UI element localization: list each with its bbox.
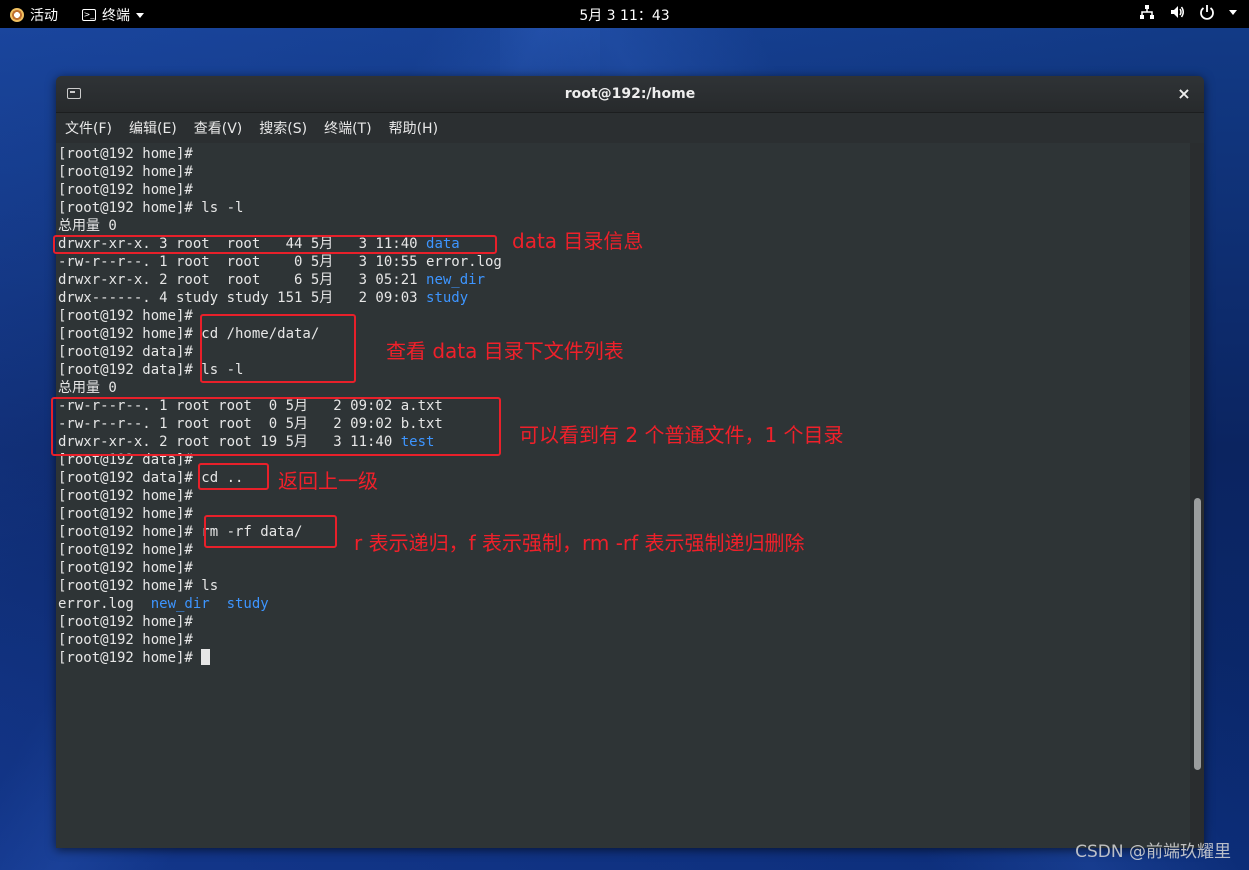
network-icon xyxy=(1140,5,1154,19)
volume-icon xyxy=(1171,6,1184,18)
terminal-line: [root@192 home]# xyxy=(58,181,1190,199)
terminal-text: [root@192 home]# ls xyxy=(58,578,219,594)
terminal-text: [root@192 home]# xyxy=(58,164,193,180)
annotation-box-cd-up xyxy=(198,463,269,490)
annotation-box-data-row xyxy=(53,235,497,254)
directory-name: new_dir study xyxy=(150,596,269,612)
annotation-summary: 可以看到有 2 个普通文件，1 个目录 xyxy=(519,423,844,447)
terminal-text: [root@192 home]# xyxy=(58,308,193,324)
terminal-text: [root@192 home]# xyxy=(58,632,193,648)
menu-file[interactable]: 文件(F) xyxy=(57,118,120,138)
window-title: root@192:/home xyxy=(564,86,696,102)
terminal-line: -rw-r--r--. 1 root root 0 5月 3 10:55 err… xyxy=(58,253,1190,271)
terminal-line: [root@192 home]# xyxy=(58,613,1190,631)
terminal-text: 总用量 0 xyxy=(58,380,117,396)
terminal-line: [root@192 home]# xyxy=(58,649,1190,667)
annotation-data-info: data 目录信息 xyxy=(512,229,644,253)
terminal-line: drwxr-xr-x. 2 root root 6 5月 3 05:21 new… xyxy=(58,271,1190,289)
directory-name: new_dir xyxy=(426,272,486,288)
directory-name: study xyxy=(426,290,469,306)
annotation-box-cd-ls xyxy=(200,314,356,383)
menu-edit[interactable]: 编辑(E) xyxy=(121,118,185,138)
terminal-line: [root@192 home]# ls -l xyxy=(58,199,1190,217)
terminal-line: [root@192 home]# xyxy=(58,145,1190,163)
terminal-line: [root@192 home]# xyxy=(58,559,1190,577)
system-tray[interactable] xyxy=(1139,4,1237,20)
terminal-text: -rw-r--r--. 1 root root 0 5月 3 10:55 err… xyxy=(58,254,502,270)
terminal-text: drwx------. 4 study study 151 5月 2 09:03 xyxy=(58,290,427,306)
annotation-box-file-list xyxy=(51,397,501,456)
annotation-view-list: 查看 data 目录下文件列表 xyxy=(386,339,624,363)
annotation-go-up: 返回上一级 xyxy=(278,469,378,493)
terminal-text: [root@192 home]# xyxy=(58,182,193,198)
terminal-text: [root@192 home]# ls -l xyxy=(58,200,244,216)
terminal-text: [root@192 home]# xyxy=(58,542,193,558)
power-icon xyxy=(1200,5,1214,20)
menu-search[interactable]: 搜索(S) xyxy=(251,118,315,138)
scrollbar-thumb[interactable] xyxy=(1194,498,1201,770)
terminal-text: [root@192 home]# xyxy=(58,146,193,162)
clock[interactable]: 5月 3 11：43 xyxy=(0,5,1249,25)
close-button[interactable]: × xyxy=(1174,84,1194,104)
terminal-text: [root@192 home]# xyxy=(58,506,193,522)
terminal-text: 总用量 0 xyxy=(58,218,117,234)
annotation-rm-explain: r 表示递归，f 表示强制，rm -rf 表示强制递归删除 xyxy=(354,531,805,555)
terminal-text: [root@192 home]# xyxy=(58,488,193,504)
terminal-text: error.log xyxy=(58,596,151,612)
menu-bar: 文件(F) 编辑(E) 查看(V) 搜索(S) 终端(T) 帮助(H) xyxy=(56,113,1204,143)
terminal-text: drwxr-xr-x. 2 root root 6 5月 3 05:21 xyxy=(58,272,427,288)
terminal-window: root@192:/home × 文件(F) 编辑(E) 查看(V) 搜索(S)… xyxy=(56,76,1204,848)
window-titlebar[interactable]: root@192:/home × xyxy=(56,76,1204,113)
top-bar: 活动 >_ 终端 5月 3 11：43 xyxy=(0,0,1249,28)
watermark: CSDN @前端玖耀里 xyxy=(1075,842,1231,862)
terminal-text: [root@192 home]# xyxy=(58,614,193,630)
terminal-line: [root@192 home]# ls xyxy=(58,577,1190,595)
terminal-line: [root@192 home]# xyxy=(58,631,1190,649)
terminal-line: error.log new_dir study xyxy=(58,595,1190,613)
annotation-box-rm xyxy=(204,515,337,548)
menu-view[interactable]: 查看(V) xyxy=(186,118,251,138)
terminal-line: [root@192 home]# xyxy=(58,163,1190,181)
terminal-line: drwx------. 4 study study 151 5月 2 09:03… xyxy=(58,289,1190,307)
menu-terminal[interactable]: 终端(T) xyxy=(316,118,379,138)
terminal-text: [root@192 home]# xyxy=(58,650,202,666)
menu-help[interactable]: 帮助(H) xyxy=(381,118,446,138)
text-cursor xyxy=(201,649,211,665)
terminal-text: [root@192 data]# xyxy=(58,344,193,360)
chevron-down-icon xyxy=(1229,9,1237,15)
terminal-text: [root@192 home]# xyxy=(58,560,193,576)
